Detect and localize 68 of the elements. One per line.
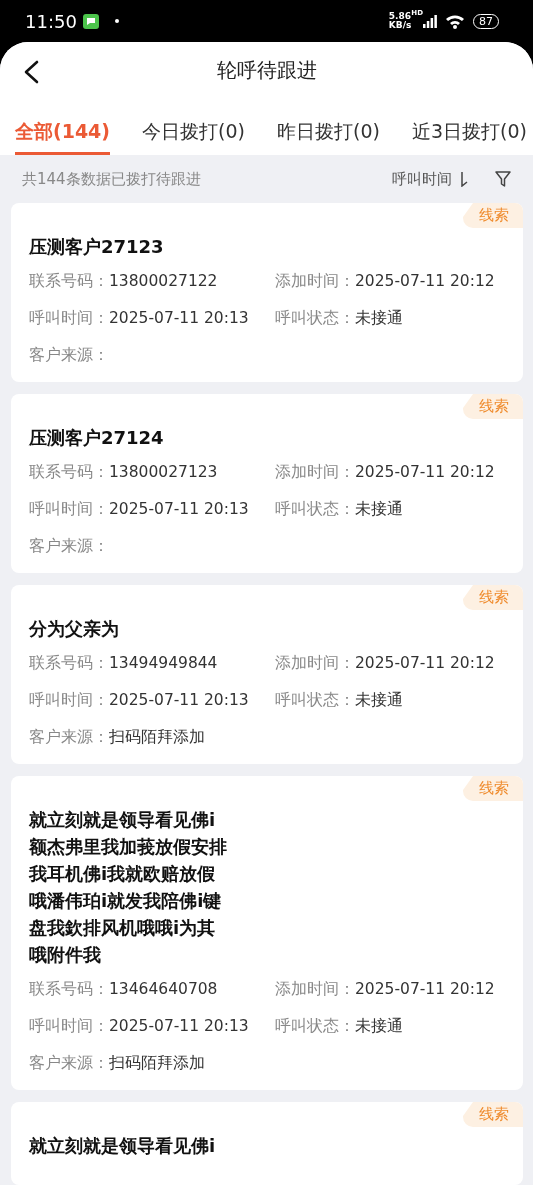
- filter-icon[interactable]: [495, 170, 511, 188]
- field-label: 呼叫时间：: [29, 499, 109, 520]
- lead-tag: 线索: [463, 1102, 523, 1127]
- status-time: 11:50: [25, 10, 77, 32]
- field-label: 联系号码：: [29, 979, 109, 1000]
- field-value: 2025-07-11 20:13: [109, 499, 249, 520]
- filter-tab[interactable]: 昨日拨打(0): [277, 97, 380, 156]
- field-label: 呼叫状态：: [275, 1016, 355, 1037]
- field-label: 呼叫状态：: [275, 690, 355, 711]
- field-value: 2025-07-11 20:13: [109, 308, 249, 329]
- lead-card[interactable]: 线索 分为父亲为 联系号码：13494949844 添加时间：2025-07-11 20:12 呼叫时间：2025-07-11 20:13 呼叫状态：未接通 客户来源：扫码陌拜添加: [11, 585, 523, 764]
- field-value: 扫码陌拜添加: [109, 1053, 205, 1074]
- customer-name: 压测客户27123: [29, 235, 165, 259]
- field-value: 13494949844: [109, 653, 218, 674]
- field-label: 呼叫时间：: [29, 308, 109, 329]
- customer-name: 压测客户27124: [29, 426, 165, 450]
- customer-name: 就立刻就是领导看见佛i额杰弗里我加莪放假安排我耳机佛i我就欧赔放假哦潘伟珀i就发我陪佛i键盘我欽排风机哦哦i为其哦附件我: [29, 808, 228, 967]
- lead-card[interactable]: 线索 压测客户27124 联系号码：13800027123 添加时间：2025-07-11 20:12 呼叫时间：2025-07-11 20:13 呼叫状态：未接通 客户来源：: [11, 394, 523, 573]
- field-value: 2025-07-11 20:12: [355, 653, 495, 674]
- wifi-icon: [445, 13, 465, 29]
- lead-tag: 线索: [463, 776, 523, 801]
- field-label: 客户来源：: [29, 727, 109, 748]
- field-value: 2025-07-11 20:13: [109, 690, 249, 711]
- lead-tag: 线索: [463, 203, 523, 228]
- message-icon: [82, 13, 99, 29]
- field-label: 客户来源：: [29, 536, 109, 557]
- field-value: 未接通: [355, 690, 403, 711]
- field-value: 13464640708: [109, 979, 218, 1000]
- field-value: 扫码陌拜添加: [109, 727, 205, 748]
- field-label: 联系号码：: [29, 462, 109, 483]
- lead-card[interactable]: 线索 就立刻就是领导看见佛i: [11, 1102, 523, 1185]
- field-label: 客户来源：: [29, 345, 109, 366]
- signal-icon: [423, 14, 437, 28]
- field-label: 呼叫状态：: [275, 499, 355, 520]
- lead-card[interactable]: 线索 压测客户27123 联系号码：13800027122 添加时间：2025-07-11 20:12 呼叫时间：2025-07-11 20:13 呼叫状态：未接通 客户来源：: [11, 203, 523, 382]
- lead-tag: 线索: [463, 585, 523, 610]
- field-label: 呼叫时间：: [29, 690, 109, 711]
- field-label: 添加时间：: [275, 979, 355, 1000]
- field-value: 未接通: [355, 1016, 403, 1037]
- field-value: 13800027122: [109, 271, 218, 292]
- field-value: 未接通: [355, 308, 403, 329]
- filter-tab[interactable]: 今日拨打(0): [142, 97, 245, 156]
- page-title: 轮呼待跟进: [216, 57, 317, 85]
- field-label: 客户来源：: [29, 1053, 109, 1074]
- customer-name: 就立刻就是领导看见佛i: [29, 1134, 217, 1158]
- field-label: 呼叫状态：: [275, 308, 355, 329]
- network-speed: 5.86: [388, 12, 412, 21]
- field-label: 联系号码：: [29, 653, 109, 674]
- dot-icon: [114, 19, 119, 23]
- field-value: 未接通: [355, 499, 403, 520]
- field-value: 2025-07-11 20:12: [355, 462, 495, 483]
- field-label: 添加时间：: [275, 653, 355, 674]
- result-count: 共144条数据已拨打待跟进: [22, 169, 201, 189]
- lead-card[interactable]: 线索 就立刻就是领导看见佛i额杰弗里我加莪放假安排我耳机佛i我就欧赔放假哦潘伟珀i就发我陪佛i键盘我欽排风机哦哦i为其哦附件我 联系号码：13464640708 添加时间：2025-07-11 20:12 呼叫时间：2025-07-11 20:13 呼叫状态：未接通 客户来源：扫码陌拜添加: [11, 776, 523, 1090]
- sort-descending-icon: [460, 171, 468, 188]
- field-value: 2025-07-11 20:12: [355, 271, 495, 292]
- field-value: 2025-07-11 20:12: [355, 979, 495, 1000]
- customer-name: 分为父亲为: [29, 617, 120, 641]
- field-value: 13800027123: [109, 462, 218, 483]
- filter-tab[interactable]: 近3日拨打(0): [411, 97, 527, 156]
- field-value: 2025-07-11 20:13: [109, 1016, 249, 1037]
- field-label: 添加时间：: [275, 271, 355, 292]
- field-label: 联系号码：: [29, 271, 109, 292]
- speed-unit: KB/s: [388, 21, 412, 30]
- field-label: 呼叫时间：: [29, 1016, 109, 1037]
- lead-tag: 线索: [463, 394, 523, 419]
- sort-button[interactable]: 呼叫时间: [392, 169, 468, 189]
- field-label: 添加时间：: [275, 462, 355, 483]
